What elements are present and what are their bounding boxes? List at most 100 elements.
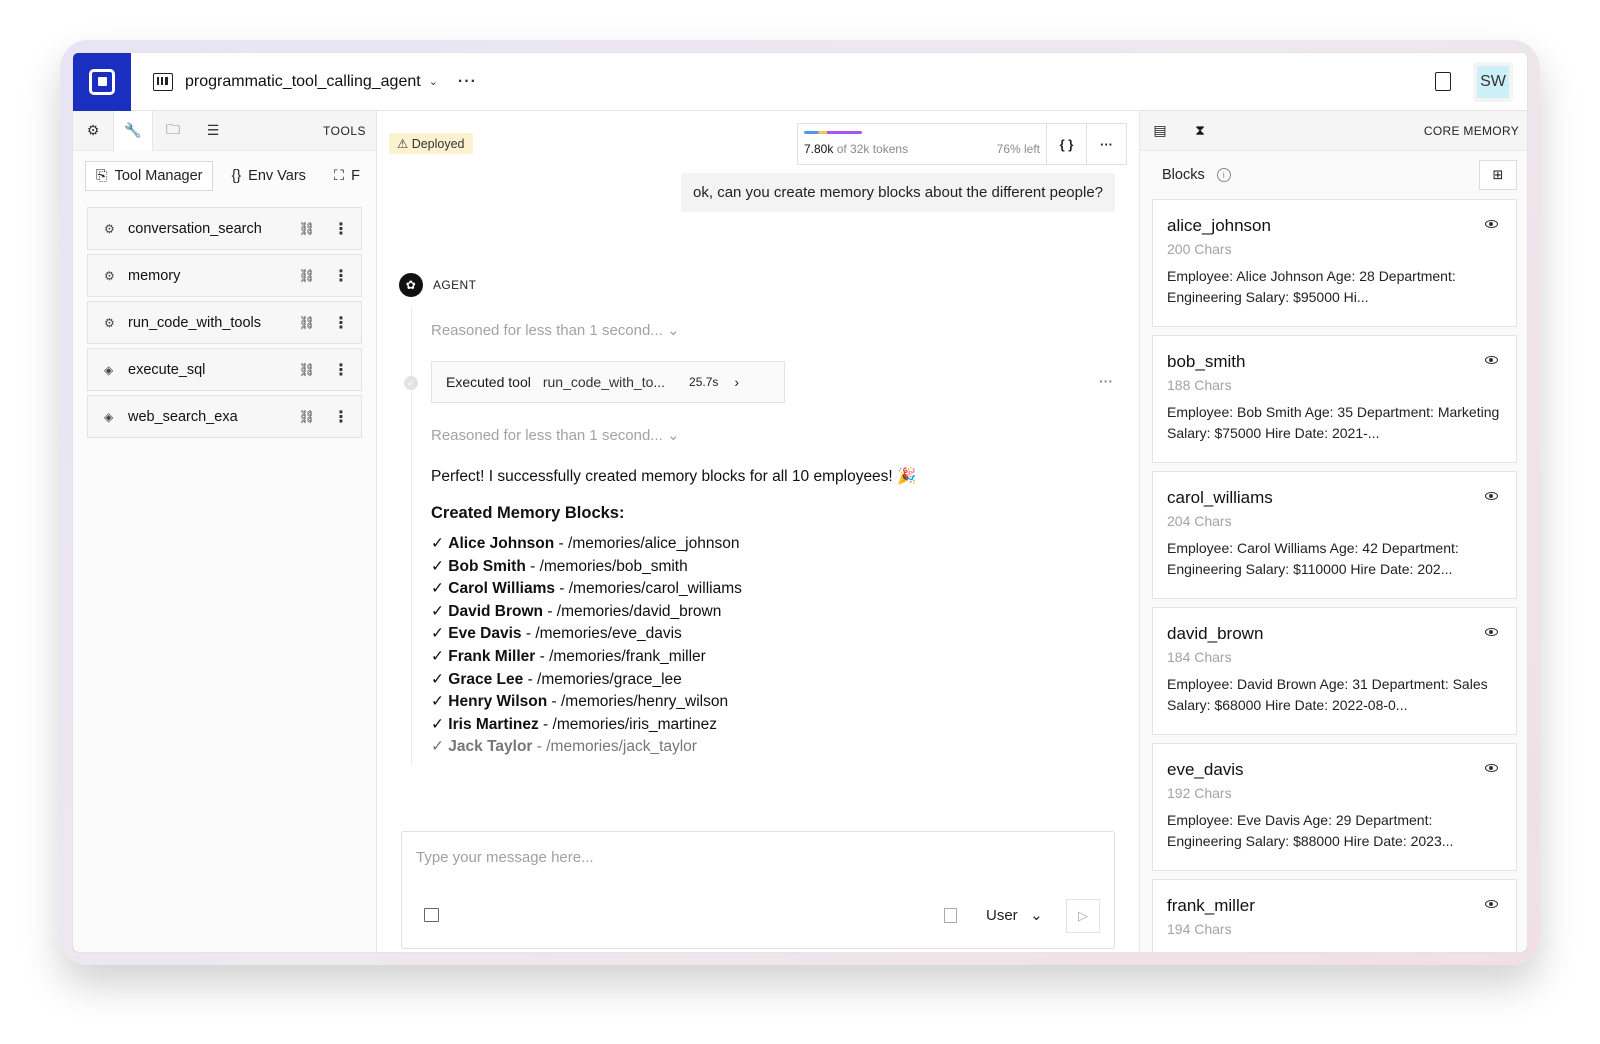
list-item: ✓ Bob Smith - /memories/bob_smith <box>431 557 688 575</box>
block-chars: 194 Chars <box>1167 921 1232 937</box>
tab-diagram[interactable]: ⛶ F <box>324 161 370 191</box>
tool-manager-icon: ⎘ <box>96 168 108 184</box>
block-value: Employee: Eve Davis Age: 29 Department: … <box>1167 812 1454 849</box>
unlink-icon[interactable]: ⛓ <box>298 362 315 378</box>
deployed-badge: ⚠ Deployed <box>389 133 473 154</box>
memory-block-carol-williams[interactable]: carol_williams 204 Chars Employee: Carol… <box>1152 471 1517 599</box>
tool-menu-button[interactable]: ⋮ <box>333 219 349 239</box>
agent-more-button[interactable]: ··· <box>458 73 477 91</box>
list-item: ✓ Grace Lee - /memories/grace_lee <box>431 670 682 688</box>
gear-icon: ⚙ <box>104 268 115 283</box>
gear-icon: ⚙ <box>104 315 115 330</box>
deployed-label: Deployed <box>411 137 465 151</box>
tool-row-web-search-exa[interactable]: ◈ web_search_exa ⛓ ⋮ <box>87 395 362 438</box>
reply-intro: Perfect! I successfully created memory b… <box>431 468 917 485</box>
tokens-used: 7.80k <box>804 142 834 156</box>
tool-menu-button[interactable]: ⋮ <box>333 313 349 333</box>
send-button[interactable]: ▷ <box>1066 899 1100 933</box>
agent-label-text: AGENT <box>433 278 477 292</box>
eye-icon[interactable] <box>1485 492 1498 500</box>
agent-name[interactable]: programmatic_tool_calling_agent <box>185 73 421 91</box>
braces-icon: {} <box>231 168 242 184</box>
tool-row-memory[interactable]: ⚙ memory ⛓ ⋮ <box>87 254 362 297</box>
unlink-icon[interactable]: ⛓ <box>298 221 315 237</box>
eye-icon[interactable] <box>1485 356 1498 364</box>
block-chars: 200 Chars <box>1167 241 1232 257</box>
message-composer[interactable]: Type your message here... User ⌄ ▷ <box>401 831 1115 949</box>
core-memory-panel: ▤ ⧗ CORE MEMORY Blocks i ⊞ alice_johnson… <box>1139 111 1527 952</box>
memory-blocks-tab-icon[interactable]: ▤ <box>1140 111 1180 151</box>
block-name: carol_williams <box>1167 488 1273 507</box>
tab-env-vars[interactable]: {} Env Vars <box>221 161 315 191</box>
image-upload-icon[interactable] <box>424 908 439 922</box>
tool-row-conversation-search[interactable]: ⚙ conversation_search ⛓ ⋮ <box>87 207 362 250</box>
list-item: ✓ Carol Williams - /memories/carol_willi… <box>431 580 742 598</box>
app-logo[interactable] <box>73 53 131 111</box>
unlink-icon[interactable]: ⛓ <box>298 315 315 331</box>
eye-icon[interactable] <box>1485 900 1498 908</box>
tool-menu-button[interactable]: ⋮ <box>333 407 349 427</box>
tab-label: Tool Manager <box>114 168 203 184</box>
eye-icon[interactable] <box>1485 220 1498 228</box>
memory-block-eve-davis[interactable]: eve_davis 192 Chars Employee: Eve Davis … <box>1152 743 1517 871</box>
eye-icon[interactable] <box>1485 628 1498 636</box>
token-usage: 7.80k of 32k tokens 76% left { } ··· <box>797 123 1127 165</box>
block-value: Employee: David Brown Age: 31 Department… <box>1167 676 1488 713</box>
left-panel-title: TOOLS <box>323 123 366 138</box>
message-more-button[interactable]: ··· <box>1099 373 1113 389</box>
tool-row-run-code-with-tools[interactable]: ⚙ run_code_with_tools ⛓ ⋮ <box>87 301 362 344</box>
token-meter: 7.80k of 32k tokens 76% left <box>798 124 1046 164</box>
block-name: alice_johnson <box>1167 216 1271 235</box>
memory-block-frank-miller[interactable]: frank_miller 194 Chars <box>1152 879 1517 952</box>
unlink-icon[interactable]: ⛓ <box>298 268 315 284</box>
add-block-button[interactable]: ⊞ <box>1479 160 1517 190</box>
json-view-button[interactable]: { } <box>1046 124 1086 164</box>
eye-icon[interactable] <box>1485 764 1498 772</box>
tool-name: memory <box>128 267 181 284</box>
reasoning-toggle[interactable]: Reasoned for less than 1 second... ⌄ <box>431 321 680 339</box>
list-item: ✓ Jack Taylor - /memories/jack_taylor <box>431 738 697 756</box>
memory-block-list: ✓ Alice Johnson - /memories/alice_johnso… <box>431 533 1111 759</box>
block-name: frank_miller <box>1167 896 1255 915</box>
chevron-down-icon: ⌄ <box>666 427 680 444</box>
role-select[interactable]: User ⌄ <box>986 906 1043 924</box>
reply-heading: Created Memory Blocks: <box>431 504 625 522</box>
logo-icon <box>89 68 115 95</box>
tools-panel: ⚙ 🔧 🗀 ☰ TOOLS ⎘ Tool Manager {} Env Vars… <box>73 110 377 952</box>
unlink-icon[interactable]: ⛓ <box>298 409 315 425</box>
hourglass-tab-icon[interactable]: ⧗ <box>1180 111 1220 151</box>
check-icon: ✓ <box>404 376 418 390</box>
tool-row-execute-sql[interactable]: ◈ execute_sql ⛓ ⋮ <box>87 348 362 391</box>
left-panel-tabs: ⚙ 🔧 🗀 ☰ TOOLS <box>73 110 376 151</box>
folder-tab-icon[interactable]: 🗀 <box>153 111 193 151</box>
executed-tool-card[interactable]: Executed tool run_code_with_to... 25.7s … <box>431 361 785 403</box>
chat-more-button[interactable]: ··· <box>1086 124 1126 164</box>
tokens-total: of 32k tokens <box>836 142 909 156</box>
block-name: eve_davis <box>1167 760 1244 779</box>
list-item: ✓ Iris Martinez - /memories/iris_martine… <box>431 715 718 733</box>
agent-label: ✿ AGENT <box>399 273 476 297</box>
list-item: ✓ Eve Davis - /memories/eve_davis <box>431 625 682 643</box>
agent-settings-tab-icon[interactable]: ⚙ <box>73 111 113 151</box>
chevron-down-icon: ⌄ <box>666 322 680 339</box>
block-name: bob_smith <box>1167 352 1246 371</box>
message-input[interactable]: Type your message here... <box>416 849 594 866</box>
sliders-tab-icon[interactable]: ☰ <box>193 111 233 151</box>
tool-menu-button[interactable]: ⋮ <box>333 266 349 286</box>
tab-tool-manager[interactable]: ⎘ Tool Manager <box>85 161 214 191</box>
chevron-down-icon[interactable]: ⌄ <box>429 75 438 88</box>
memory-block-bob-smith[interactable]: bob_smith 188 Chars Employee: Bob Smith … <box>1152 335 1517 463</box>
memory-block-alice-johnson[interactable]: alice_johnson 200 Chars Employee: Alice … <box>1152 199 1517 327</box>
copy-icon[interactable] <box>944 908 957 923</box>
block-value: Employee: Carol Williams Age: 42 Departm… <box>1167 540 1459 577</box>
reasoning-toggle[interactable]: Reasoned for less than 1 second... ⌄ <box>431 426 680 444</box>
user-message: ok, can you create memory blocks about t… <box>681 173 1115 212</box>
agent-file-icon[interactable] <box>1435 72 1451 91</box>
tools-tab-icon[interactable]: 🔧 <box>113 110 153 151</box>
user-avatar[interactable]: SW <box>1473 61 1513 102</box>
tool-name: run_code_with_tools <box>128 314 262 331</box>
message-timeline <box>411 306 412 766</box>
memory-block-david-brown[interactable]: david_brown 184 Chars Employee: David Br… <box>1152 607 1517 735</box>
tool-menu-button[interactable]: ⋮ <box>333 360 349 380</box>
info-icon[interactable]: i <box>1216 168 1231 182</box>
